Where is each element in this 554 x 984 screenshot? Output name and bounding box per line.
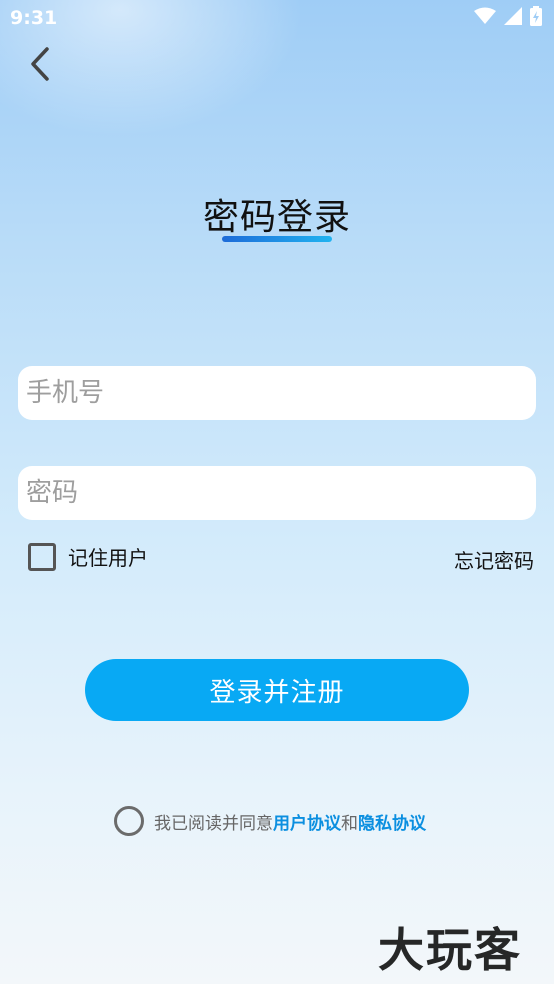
privacy-policy-link[interactable]: 隐私协议 [358, 814, 426, 834]
remember-user-toggle[interactable]: 记住用户 [28, 542, 148, 571]
page-title: 密码登录 [202, 197, 351, 238]
user-agreement-link[interactable]: 用户协议 [273, 814, 341, 834]
battery-icon [530, 6, 542, 30]
password-input[interactable] [26, 478, 536, 508]
status-bar: 9:31 [0, 0, 554, 36]
agreement-conjunction: 和 [341, 813, 358, 834]
back-button[interactable] [22, 46, 58, 86]
watermark-logo: 大玩客 [378, 923, 522, 977]
remember-user-label: 记住用户 [68, 546, 148, 570]
signal-icon [504, 7, 522, 29]
agreement-text: 我已阅读并同意用户协议和隐私协议 [154, 809, 426, 834]
chevron-left-icon [29, 46, 51, 86]
status-time: 9:31 [10, 7, 58, 29]
wifi-icon [474, 7, 496, 29]
phone-field[interactable] [18, 366, 536, 420]
title-underline [222, 236, 332, 242]
agreement-prefix: 我已阅读并同意 [154, 813, 273, 834]
agreement-row: 我已阅读并同意用户协议和隐私协议 [114, 806, 426, 836]
phone-input[interactable] [26, 378, 536, 408]
agreement-radio[interactable] [114, 806, 144, 836]
status-icons [474, 6, 542, 30]
login-register-button[interactable]: 登录并注册 [85, 659, 469, 721]
remember-user-checkbox[interactable] [28, 542, 56, 571]
forgot-password-link[interactable]: 忘记密码 [454, 545, 534, 574]
background-glow [0, 0, 554, 320]
password-field[interactable] [18, 466, 536, 520]
